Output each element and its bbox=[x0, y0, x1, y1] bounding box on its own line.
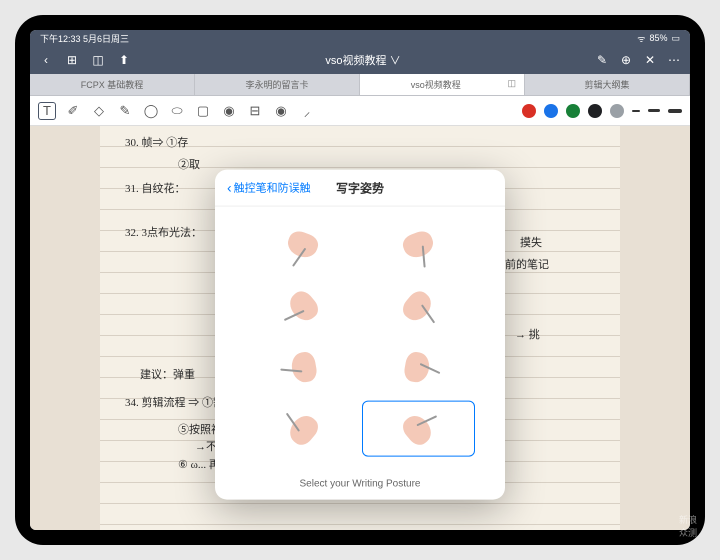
handwriting: 前的笔记 bbox=[505, 256, 549, 272]
camera-tool-icon[interactable]: ◉ bbox=[220, 102, 238, 120]
tab-2[interactable]: vso视频教程◫ bbox=[360, 74, 525, 95]
handwriting: 32. 3点布光法： bbox=[125, 224, 202, 240]
screen: 下午12:33 5月6日周三 ᯤ 85% ▭ ‹ ⊞ ◫ ⬆ vso视频教程 ∨… bbox=[30, 30, 690, 530]
handwriting: → 挑 bbox=[515, 326, 540, 342]
status-time: 下午12:33 5月6日周三 bbox=[40, 32, 129, 45]
tab-3[interactable]: 剪辑大纲集 bbox=[525, 74, 690, 95]
stroke-med[interactable] bbox=[648, 109, 660, 112]
tab-panel-icon[interactable]: ◫ bbox=[507, 78, 516, 89]
popup-header: ‹ 触控笔和防误触 写字姿势 bbox=[215, 170, 505, 207]
status-right: ᯤ 85% ▭ bbox=[637, 32, 680, 45]
back-icon[interactable]: ‹ bbox=[38, 52, 54, 68]
status-bar: 下午12:33 5月6日周三 ᯤ 85% ▭ bbox=[30, 30, 690, 46]
chevron-left-icon: ‹ bbox=[227, 180, 232, 196]
watermark: 新浪众测 bbox=[679, 513, 697, 539]
pen-tool-icon[interactable]: ✐ bbox=[64, 102, 82, 120]
highlighter-tool-icon[interactable]: ✎ bbox=[116, 102, 134, 120]
mic-tool-icon[interactable]: ◉ bbox=[272, 102, 290, 120]
edit-icon[interactable]: ✎ bbox=[594, 52, 610, 68]
image-tool-icon[interactable]: ▢ bbox=[194, 102, 212, 120]
posture-option-3[interactable] bbox=[362, 279, 475, 336]
wifi-icon: ᯤ bbox=[637, 32, 645, 45]
tab-0[interactable]: FCPX 基础教程 bbox=[30, 74, 195, 95]
stroke-thin[interactable] bbox=[632, 110, 640, 112]
text-tool-icon[interactable]: T bbox=[38, 102, 56, 120]
posture-option-1[interactable] bbox=[362, 219, 475, 276]
color-blue[interactable] bbox=[544, 104, 558, 118]
posture-option-4[interactable] bbox=[245, 340, 358, 397]
share-icon[interactable]: ⬆ bbox=[116, 52, 132, 68]
shapes-tool-icon[interactable]: ◯ bbox=[142, 102, 160, 120]
posture-option-5[interactable] bbox=[362, 340, 475, 397]
color-red[interactable] bbox=[522, 104, 536, 118]
tab-1[interactable]: 李永明的留言卡 bbox=[195, 74, 360, 95]
posture-grid bbox=[215, 207, 505, 469]
posture-option-6[interactable] bbox=[245, 400, 358, 457]
popup-title: 写字姿势 bbox=[336, 179, 384, 196]
popup-back-label: 触控笔和防误触 bbox=[234, 180, 311, 196]
handwriting: 30. 帧⇒ ①存 bbox=[125, 134, 188, 150]
add-icon[interactable]: ⊕ bbox=[618, 52, 634, 68]
posture-option-0[interactable] bbox=[245, 219, 358, 276]
lasso-tool-icon[interactable]: ⬭ bbox=[168, 102, 186, 120]
grid-icon[interactable]: ⊞ bbox=[64, 52, 80, 68]
bookmark-icon[interactable]: ◫ bbox=[90, 52, 106, 68]
canvas[interactable]: 30. 帧⇒ ①存 ②取 31. 自纹花： 32. 3点布光法： 摸失前的笔记 → 挑建议… bbox=[30, 126, 690, 530]
text-box-icon[interactable]: ⊟ bbox=[246, 102, 264, 120]
close-icon[interactable]: ✕ bbox=[642, 52, 658, 68]
brush-tool-icon[interactable]: ⸝ bbox=[298, 102, 316, 120]
tab-bar: FCPX 基础教程 李永明的留言卡 vso视频教程◫ 剪辑大纲集 bbox=[30, 74, 690, 96]
handwriting: ②取 bbox=[178, 156, 200, 172]
stroke-thick[interactable] bbox=[668, 109, 682, 113]
handwriting: 建议：弹重 bbox=[140, 366, 195, 382]
nav-bar: ‹ ⊞ ◫ ⬆ vso视频教程 ∨ ✎ ⊕ ✕ ⋯ bbox=[30, 46, 690, 74]
nav-title[interactable]: vso视频教程 ∨ bbox=[142, 52, 584, 68]
posture-option-7[interactable] bbox=[362, 400, 475, 457]
posture-option-2[interactable] bbox=[245, 279, 358, 336]
battery-icon: ▭ bbox=[671, 33, 680, 44]
ipad-frame: 下午12:33 5月6日周三 ᯤ 85% ▭ ‹ ⊞ ◫ ⬆ vso视频教程 ∨… bbox=[15, 15, 705, 545]
toolbar: T ✐ ◇ ✎ ◯ ⬭ ▢ ◉ ⊟ ◉ ⸝ bbox=[30, 96, 690, 126]
popup-back-button[interactable]: ‹ 触控笔和防误触 bbox=[227, 180, 311, 196]
battery-text: 85% bbox=[649, 33, 667, 43]
color-green[interactable] bbox=[566, 104, 580, 118]
more-icon[interactable]: ⋯ bbox=[666, 52, 682, 68]
color-black[interactable] bbox=[588, 104, 602, 118]
writing-posture-popup: ‹ 触控笔和防误触 写字姿势 Select your Writing Postu… bbox=[215, 170, 505, 500]
popup-footer: Select your Writing Posture bbox=[215, 469, 505, 500]
eraser-tool-icon[interactable]: ◇ bbox=[90, 102, 108, 120]
handwriting: 摸失 bbox=[520, 234, 542, 250]
handwriting: 31. 自纹花： bbox=[125, 180, 186, 196]
color-gray[interactable] bbox=[610, 104, 624, 118]
